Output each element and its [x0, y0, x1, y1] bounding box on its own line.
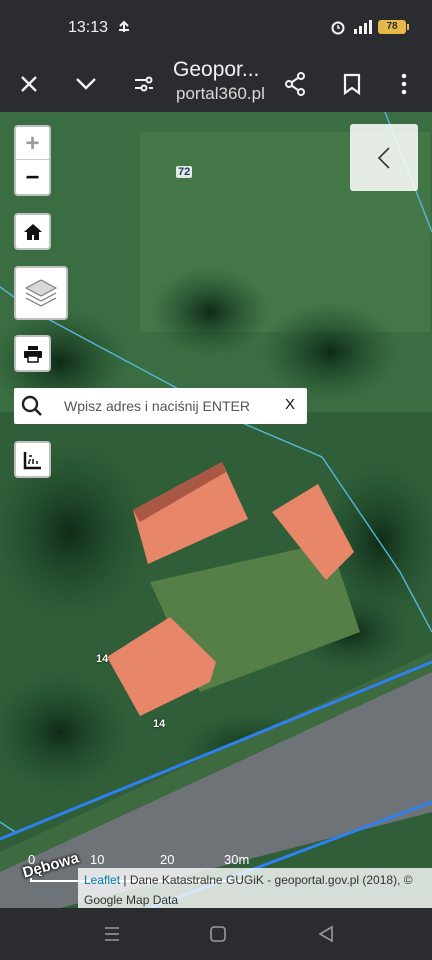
share-icon — [285, 72, 305, 96]
browser-toolbar: Geopor... portal360.pl — [0, 56, 432, 112]
back-icon[interactable] — [314, 922, 338, 946]
system-navigation-bar — [0, 908, 432, 960]
alarm-icon — [331, 21, 345, 35]
scale-label: 10 — [90, 852, 105, 867]
more-vertical-icon — [401, 73, 407, 95]
status-time: 13:13 — [68, 19, 109, 36]
share-button[interactable] — [275, 64, 315, 104]
search-icon[interactable] — [20, 394, 44, 418]
layers-icon — [24, 279, 58, 307]
close-icon — [21, 76, 37, 92]
print-icon — [23, 345, 42, 363]
zoom-out-button[interactable]: − — [16, 161, 49, 194]
chevron-down-icon — [76, 78, 96, 90]
parcel-number-label[interactable]: 72 — [176, 166, 193, 178]
home-icon — [23, 223, 42, 240]
search-clear-button[interactable]: X — [285, 396, 295, 413]
battery-indicator: 78 — [378, 20, 409, 34]
sidebar-toggle-button[interactable] — [350, 124, 418, 191]
print-button[interactable] — [14, 335, 51, 372]
search-input[interactable] — [64, 394, 274, 418]
more-options-button[interactable] — [384, 64, 424, 104]
status-bar: 13:13 78 — [0, 0, 432, 56]
satellite-imagery[interactable] — [0, 112, 432, 908]
layers-button[interactable] — [14, 266, 68, 320]
zoom-control: + − — [14, 125, 51, 196]
page-url[interactable]: portal360.pl — [176, 84, 265, 104]
parcel-number-label[interactable]: 14 — [96, 653, 108, 665]
map-attribution: Leaflet | Dane Katastralne GUGiK - geopo… — [78, 868, 432, 908]
ruler-icon — [23, 451, 41, 469]
map-view[interactable]: + − X 72 14 14 0 10 20 30m Dębowa Leafl — [0, 112, 432, 908]
bookmark-icon — [343, 73, 361, 95]
home-button[interactable] — [14, 213, 51, 250]
measure-button[interactable] — [14, 441, 51, 478]
bookmark-button[interactable] — [332, 64, 372, 104]
usb-icon — [119, 20, 129, 32]
page-title: Geopor... — [173, 58, 260, 81]
attribution-text: | Dane Katastralne GUGiK - geoportal.gov… — [84, 873, 413, 907]
recent-apps-icon[interactable] — [100, 922, 124, 946]
parcel-number-label[interactable]: 14 — [153, 718, 165, 730]
scale-label: 30m — [224, 852, 250, 867]
close-button[interactable] — [9, 64, 49, 104]
leaflet-link[interactable]: Leaflet — [84, 873, 120, 887]
address-search: X — [14, 388, 307, 424]
scale-label: 20 — [160, 852, 175, 867]
home-nav-icon[interactable] — [206, 922, 230, 946]
tune-icon — [135, 76, 153, 92]
zoom-in-button[interactable]: + — [16, 127, 49, 160]
chevron-left-icon — [377, 146, 390, 169]
signal-icon — [354, 20, 372, 34]
site-settings-button[interactable] — [124, 64, 164, 104]
minimize-button[interactable] — [66, 64, 106, 104]
status-indicators: 78 — [330, 19, 409, 35]
